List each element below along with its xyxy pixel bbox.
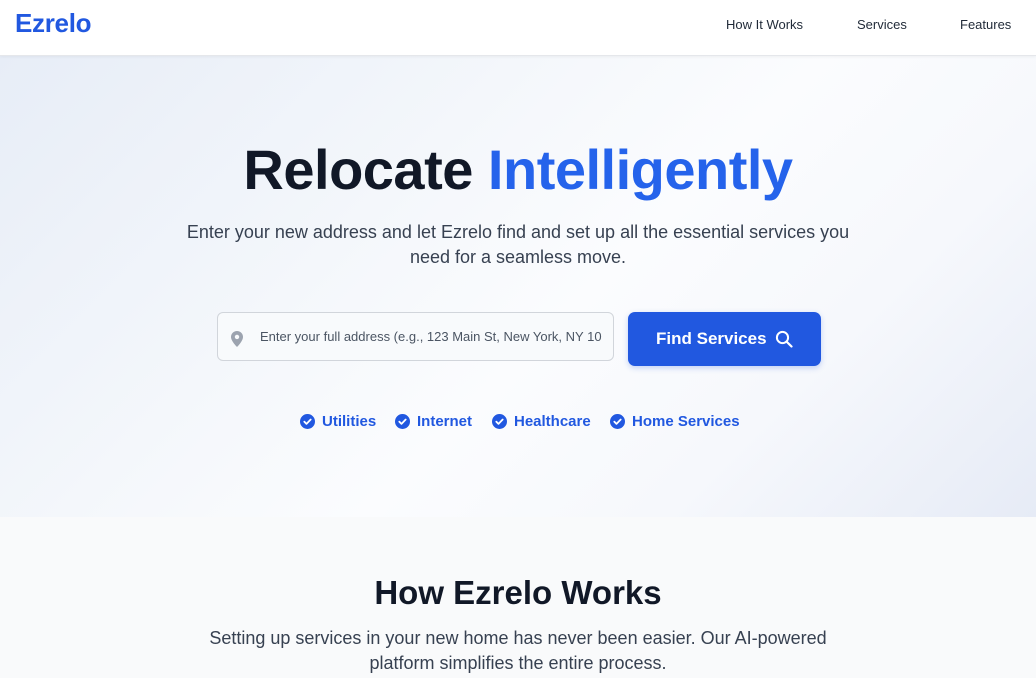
service-tags: Utilities Internet Healthcare Home Servi… — [0, 411, 1036, 431]
hero-title: Relocate Intelligently — [0, 140, 1036, 200]
tag-home-services: Home Services — [610, 411, 740, 431]
hero-section: Relocate Intelligently Enter your new ad… — [0, 56, 1036, 517]
tag-label: Home Services — [632, 412, 740, 430]
how-it-works-section: How Ezrelo Works Setting up services in … — [0, 517, 1036, 678]
nav-link-services[interactable]: Services — [857, 17, 907, 32]
search-icon — [775, 330, 793, 348]
find-services-button[interactable]: Find Services — [628, 312, 821, 366]
hero-title-main: Relocate — [243, 138, 473, 201]
nav-link-how-it-works[interactable]: How It Works — [726, 17, 803, 32]
find-services-label: Find Services — [656, 329, 767, 348]
check-circle-icon — [395, 413, 410, 429]
address-input[interactable] — [260, 313, 602, 360]
hero-title-accent: Intelligently — [487, 138, 793, 201]
tag-utilities: Utilities — [300, 411, 376, 431]
nav-link-features[interactable]: Features — [960, 17, 1011, 32]
section-description: Setting up services in your new home has… — [209, 628, 827, 673]
tag-label: Utilities — [322, 412, 377, 430]
tag-healthcare: Healthcare — [492, 411, 591, 431]
tag-label: Healthcare — [514, 412, 591, 430]
tag-internet: Internet — [395, 411, 472, 431]
check-circle-icon — [492, 413, 507, 429]
logo[interactable]: Ezrelo — [15, 8, 92, 39]
map-pin-icon — [231, 331, 243, 347]
address-search-box[interactable] — [217, 312, 614, 361]
check-circle-icon — [610, 413, 625, 429]
section-title: How Ezrelo Works — [374, 574, 662, 611]
check-circle-icon — [300, 413, 315, 429]
hero-subtitle: Enter your new address and let Ezrelo fi… — [186, 222, 850, 267]
tag-label: Internet — [417, 412, 473, 430]
navbar: Ezrelo How It Works Services Features — [0, 0, 1036, 56]
